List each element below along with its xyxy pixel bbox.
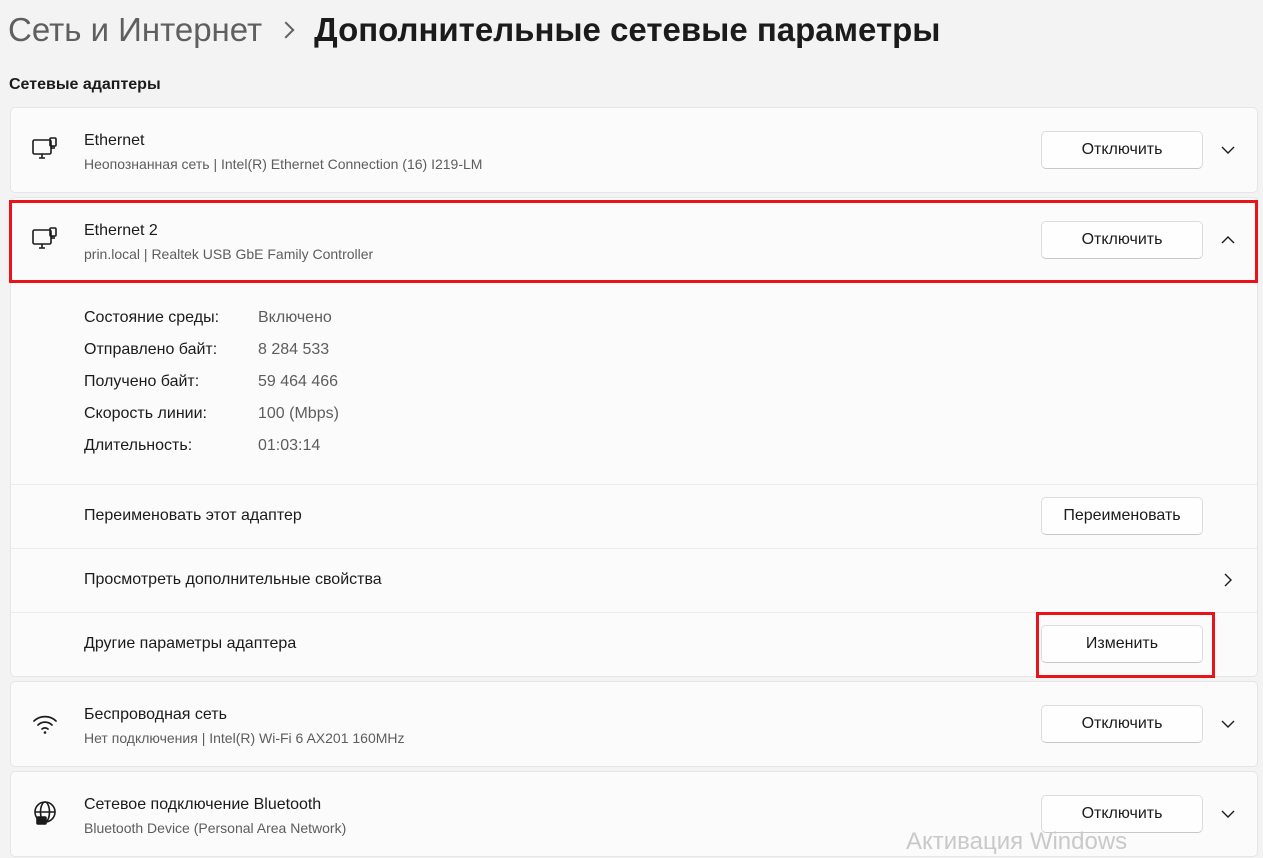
- breadcrumb: Сеть и Интернет Дополнительные сетевые п…: [8, 8, 940, 52]
- detail-label: Длительность:: [84, 437, 193, 454]
- adapter-subtitle: Bluetooth Device (Personal Area Network): [84, 820, 347, 836]
- detail-label: Состояние среды:: [84, 309, 220, 326]
- rename-adapter-row: Переименовать этот адаптер Переименовать: [11, 484, 1257, 548]
- rename-button[interactable]: Переименовать: [1041, 497, 1203, 535]
- chevron-right-icon: [1218, 570, 1238, 590]
- detail-value: 8 284 533: [258, 341, 330, 358]
- disconnect-button-ethernet[interactable]: Отключить: [1041, 131, 1203, 169]
- activation-watermark: Активация Windows: [906, 828, 1128, 855]
- other-adapter-options-label: Другие параметры адаптера: [84, 635, 297, 652]
- detail-label: Отправлено байт:: [84, 341, 218, 358]
- adapter-name: Ethernet: [84, 132, 145, 149]
- disconnect-button-wifi[interactable]: Отключить: [1041, 705, 1203, 743]
- page-title: Дополнительные сетевые параметры: [314, 11, 941, 48]
- chevron-down-icon[interactable]: [1218, 804, 1238, 824]
- adapter-name: Ethernet 2: [84, 222, 158, 239]
- chevron-down-icon[interactable]: [1218, 714, 1238, 734]
- detail-value: Включено: [258, 309, 332, 326]
- view-properties-row[interactable]: Просмотреть дополнительные свойства: [11, 548, 1257, 612]
- disconnect-button-ethernet-2[interactable]: Отключить: [1041, 221, 1203, 259]
- chevron-right-icon: [277, 21, 295, 39]
- breadcrumb-parent-link[interactable]: Сеть и Интернет: [8, 11, 262, 49]
- chevron-up-icon[interactable]: [1218, 230, 1238, 250]
- rename-adapter-label: Переименовать этот адаптер: [84, 507, 302, 524]
- adapter-subtitle: Нет подключения | Intel(R) Wi-Fi 6 AX201…: [84, 730, 405, 746]
- globe-network-icon: [31, 800, 59, 828]
- adapter-card-ethernet: Ethernet Неопознанная сеть | Intel(R) Et…: [10, 107, 1258, 193]
- adapter-name: Сетевое подключение Bluetooth: [84, 796, 322, 813]
- detail-label: Скорость линии:: [84, 405, 207, 422]
- detail-value: 100 (Mbps): [258, 405, 339, 422]
- adapter-card-ethernet-2: Ethernet 2 prin.local | Realtek USB GbE …: [10, 197, 1258, 677]
- ethernet-icon: [31, 226, 59, 254]
- adapter-subtitle: Неопознанная сеть | Intel(R) Ethernet Co…: [84, 156, 483, 172]
- wifi-icon: [31, 710, 59, 738]
- other-adapter-options-row: Другие параметры адаптера Изменить: [11, 612, 1257, 676]
- settings-page: Сеть и Интернет Дополнительные сетевые п…: [0, 0, 1263, 858]
- adapter-details: Состояние среды: Включено Отправлено бай…: [11, 282, 1257, 484]
- chevron-down-icon[interactable]: [1218, 140, 1238, 160]
- adapter-name: Беспроводная сеть: [84, 706, 227, 723]
- adapter-card-wifi: Беспроводная сеть Нет подключения | Inte…: [10, 681, 1258, 767]
- detail-label: Получено байт:: [84, 373, 200, 390]
- view-properties-label: Просмотреть дополнительные свойства: [84, 571, 382, 588]
- ethernet-icon: [31, 136, 59, 164]
- adapter-subtitle: prin.local | Realtek USB GbE Family Cont…: [84, 246, 374, 262]
- detail-value: 01:03:14: [258, 437, 321, 454]
- adapter-header-ethernet-2[interactable]: Ethernet 2 prin.local | Realtek USB GbE …: [11, 198, 1257, 282]
- adapter-header-wifi[interactable]: Беспроводная сеть Нет подключения | Inte…: [11, 682, 1257, 766]
- adapter-header-ethernet[interactable]: Ethernet Неопознанная сеть | Intel(R) Et…: [11, 108, 1257, 192]
- edit-button[interactable]: Изменить: [1041, 625, 1203, 663]
- section-title-network-adapters: Сетевые адаптеры: [9, 76, 161, 93]
- detail-value: 59 464 466: [258, 373, 339, 390]
